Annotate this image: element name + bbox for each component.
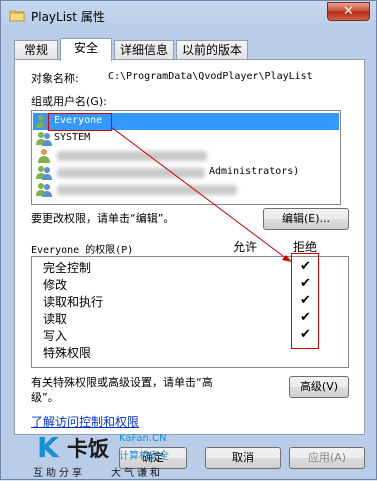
tab-general[interactable]: 常规: [14, 40, 58, 60]
list-item-label: SYSTEM: [54, 132, 91, 143]
properties-dialog: PlayList 属性 ✕ 常规 安全 详细信息 以前的版本 对象名称: C:\…: [0, 0, 377, 480]
list-item-label: Administrators): [209, 166, 300, 177]
folder-icon: [9, 10, 25, 22]
annotation-deny-box: [291, 253, 319, 349]
list-item-administrators[interactable]: Administrators): [33, 164, 339, 181]
tab-security[interactable]: 安全: [60, 38, 112, 61]
kafan-brand: 卡饭: [67, 437, 109, 461]
allow-column-header: 允许: [233, 240, 258, 254]
window-title: PlayList 属性: [31, 10, 105, 24]
advanced-button[interactable]: 高级(V): [289, 376, 349, 398]
permission-full-control: 完全控制: [43, 261, 92, 275]
permission-modify: 修改: [43, 278, 68, 292]
object-name-label: 对象名称:: [31, 72, 79, 85]
permissions-header: Everyone 的权限(P): [31, 245, 134, 256]
kafan-watermark: K 卡饭 KaFan.CN 计算机安全 互助分享 大气谦和: [33, 431, 177, 479]
list-item-system[interactable]: SYSTEM: [33, 130, 339, 147]
user-icon: [38, 149, 50, 163]
edit-button[interactable]: 编辑(E)...: [263, 208, 349, 230]
user-group-icon: [36, 132, 52, 146]
kafan-tagline-security: 计算机安全: [119, 451, 169, 462]
advanced-hint-line2: 级”。: [31, 391, 59, 404]
object-name-value: C:\ProgramData\QvodPlayer\PlayList: [108, 71, 313, 82]
close-icon: ✕: [343, 4, 354, 19]
redacted-text: [57, 151, 207, 161]
redacted-text: [57, 185, 237, 195]
kafan-tagline-modest: 大气谦和: [111, 468, 163, 479]
kafan-tagline-share: 互助分享: [33, 468, 85, 479]
kafan-logo: K: [37, 431, 59, 464]
redacted-text: [57, 168, 205, 178]
close-button[interactable]: ✕: [327, 2, 370, 21]
edit-hint: 要更改权限，请单击“编辑”。: [31, 212, 175, 225]
permission-read: 读取: [43, 312, 68, 326]
annotation-everyone-box: [48, 113, 112, 131]
kafan-url: KaFan.CN: [119, 433, 167, 444]
permission-write: 写入: [43, 329, 68, 343]
cancel-button[interactable]: 取消: [205, 447, 281, 469]
permission-special: 特殊权限: [43, 346, 92, 360]
access-control-help-link[interactable]: 了解访问控制和权限: [31, 413, 139, 430]
permission-read-execute: 读取和执行: [43, 295, 104, 309]
apply-button[interactable]: 应用(A): [289, 447, 365, 469]
list-item-redacted-group[interactable]: [33, 181, 339, 198]
tab-previous-versions[interactable]: 以前的版本: [176, 40, 248, 60]
tab-details[interactable]: 详细信息: [114, 40, 174, 60]
advanced-hint-line1: 有关特殊权限或高级设置，请单击“高: [31, 376, 213, 389]
user-group-icon: [36, 183, 52, 197]
title-bar[interactable]: PlayList 属性 ✕: [1, 1, 376, 29]
groups-label: 组或用户名(G):: [31, 95, 107, 108]
list-item-redacted-user[interactable]: [33, 147, 339, 164]
user-group-icon: [36, 166, 52, 180]
